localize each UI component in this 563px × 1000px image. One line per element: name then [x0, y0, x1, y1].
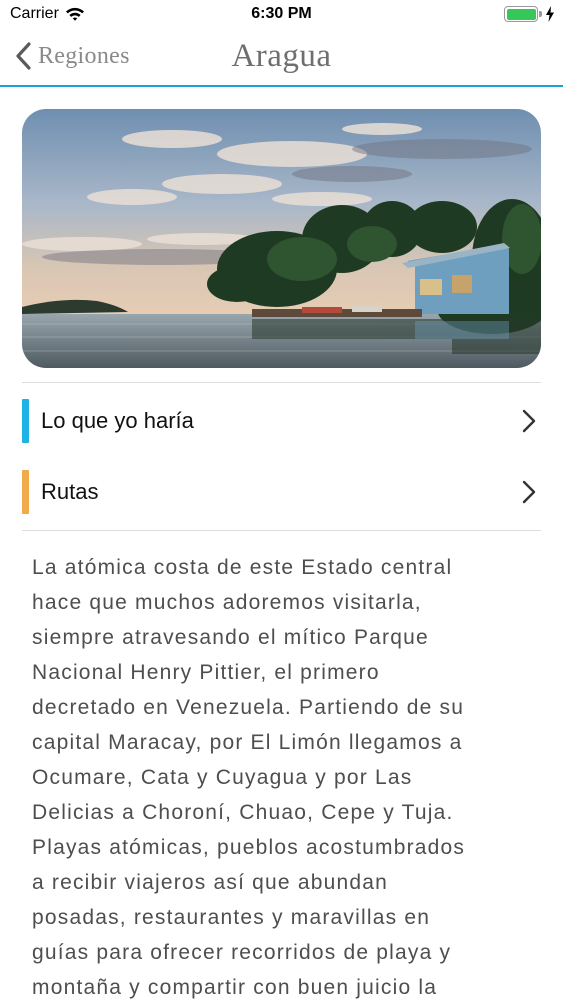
accent-bar: [22, 470, 29, 514]
status-bar: Carrier 6:30 PM: [0, 0, 563, 30]
divider: [22, 382, 541, 383]
description-line: capital Maracay, por El Limón llegamos a: [32, 731, 463, 754]
description-line: hace que muchos adoremos visitarla,: [32, 591, 422, 614]
list-item-lo-que-yo-haria[interactable]: Lo que yo haría: [22, 386, 541, 456]
description-line: montaña y compartir con buen juicio la: [32, 976, 438, 999]
list-item-rutas[interactable]: Rutas: [22, 457, 541, 527]
divider: [22, 530, 541, 531]
list-item-label: Lo que yo haría: [41, 408, 194, 433]
battery-indicator: [504, 6, 555, 22]
chevron-right-icon: [522, 409, 536, 433]
description-line: La atómica costa de este Estado central: [32, 556, 453, 579]
description-line: decretado en Venezuela. Partiendo de su: [32, 696, 465, 719]
description-line: posadas, restaurantes y maravillas en: [32, 906, 431, 929]
page-title: Aragua: [231, 38, 332, 74]
description-line: a recibir viajeros así que abundan: [32, 871, 388, 894]
accent-bar: [22, 399, 29, 443]
hero-photo: [22, 109, 541, 368]
description-line: siempre atravesando el mítico Parque: [32, 626, 429, 649]
battery-fill: [506, 8, 536, 20]
description-line: Nacional Henry Pittier, el primero: [32, 661, 380, 684]
description-line: Delicias a Choroní, Chuao, Cepe y Tuja.: [32, 801, 454, 824]
description-line: Playas atómicas, pueblos acostumbrados: [32, 836, 466, 859]
chevron-right-icon: [522, 480, 536, 504]
list-item-label: Rutas: [41, 479, 99, 504]
app-screen: Carrier 6:30 PM Regiones Aragua Lo que y…: [0, 0, 563, 1000]
photo-coastal-island-with-house: [22, 109, 541, 368]
description-line: guías para ofrecer recorridos de playa y: [32, 941, 452, 964]
battery-icon: [504, 6, 538, 22]
battery-tip: [539, 11, 542, 17]
navigation-bar: Regiones Aragua: [0, 30, 563, 87]
description-line: Ocumare, Cata y Cuyagua y por Las: [32, 766, 413, 789]
region-description: La atómica costa de este Estado central …: [32, 550, 532, 1000]
status-time: 6:30 PM: [251, 5, 312, 22]
charging-bolt-icon: [546, 6, 554, 22]
